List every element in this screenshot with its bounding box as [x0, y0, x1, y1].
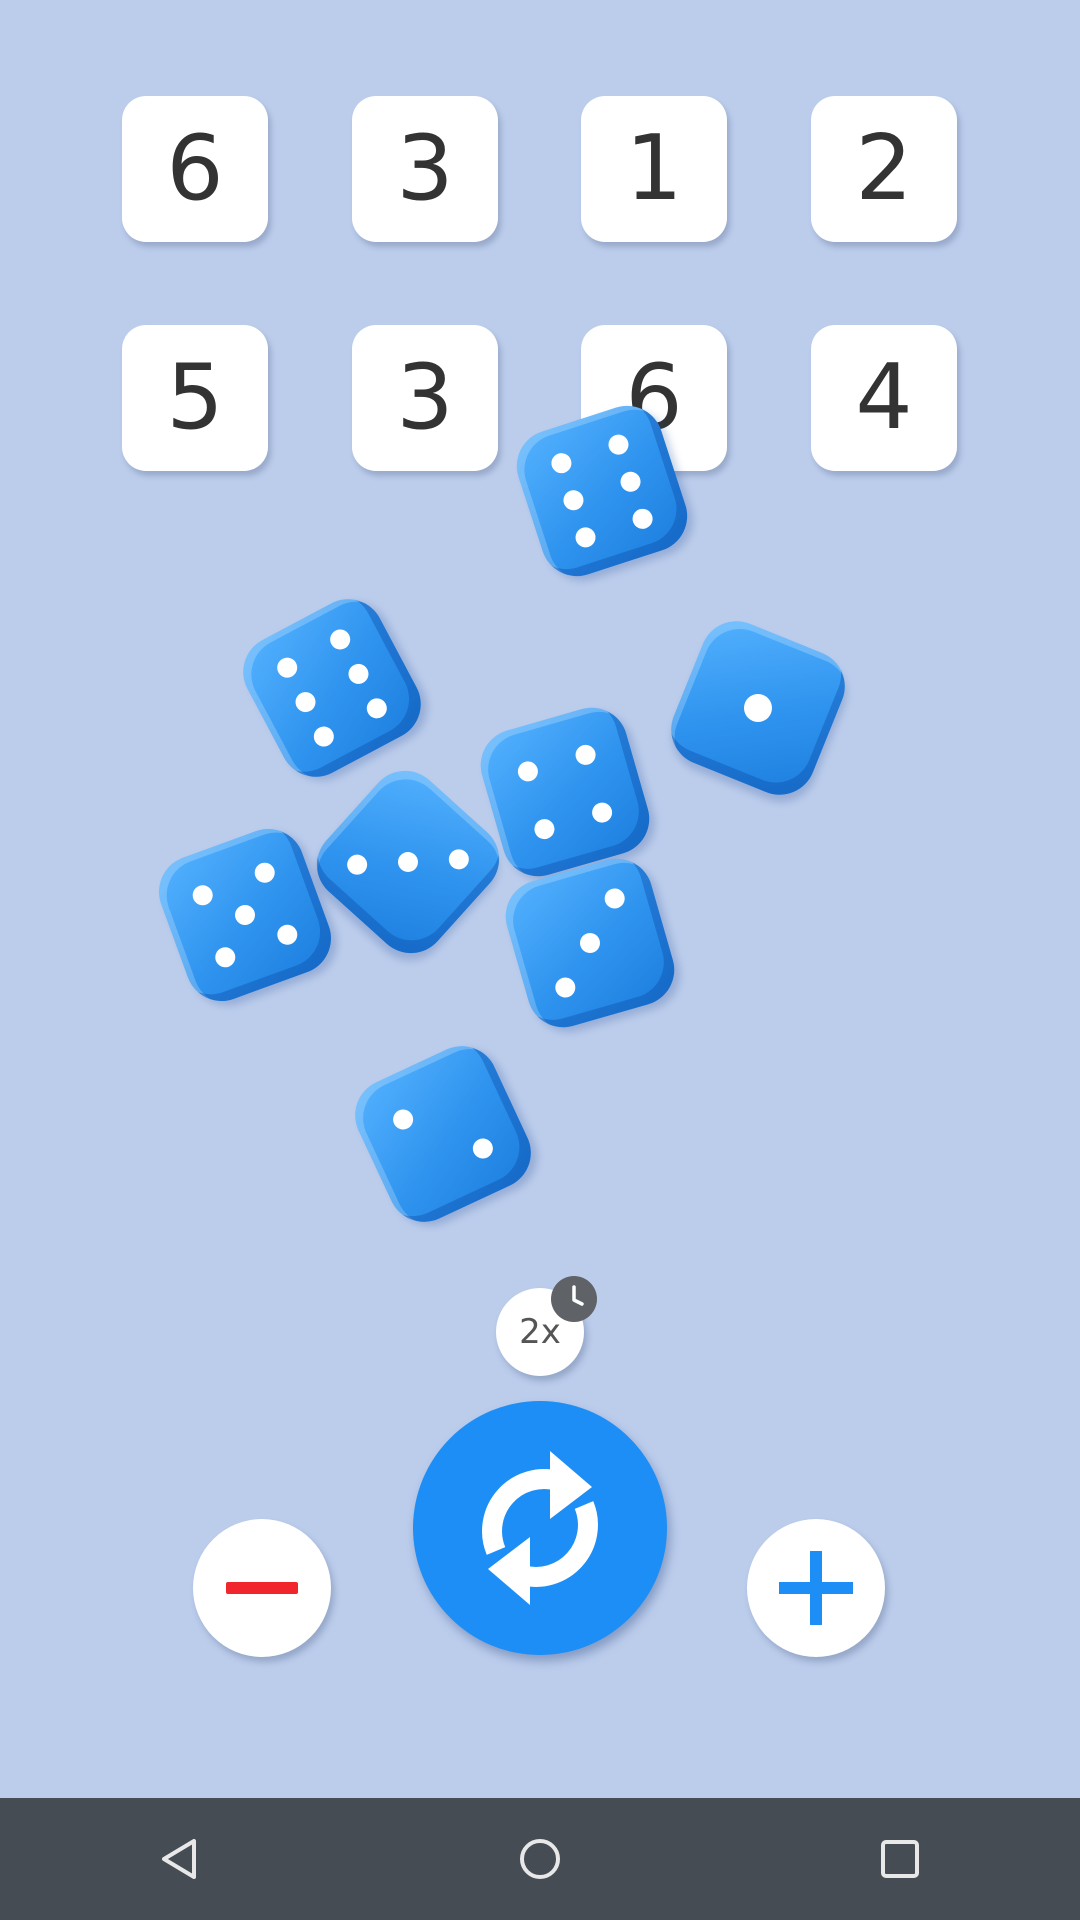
- die-pip: [577, 930, 603, 956]
- die-face: [507, 396, 697, 586]
- minus-icon: [226, 1582, 298, 1594]
- roll-button[interactable]: [413, 1401, 667, 1655]
- die-pip: [444, 845, 473, 874]
- navigation-bar: [0, 1798, 1080, 1920]
- die-pip: [572, 524, 599, 550]
- die-pip: [310, 722, 338, 751]
- die-face: [302, 756, 514, 968]
- die-pip: [602, 886, 628, 911]
- die-pip: [552, 975, 578, 1000]
- die-pip: [560, 487, 587, 513]
- die[interactable]: [343, 1034, 543, 1234]
- die-pip: [629, 506, 656, 532]
- die-pip: [617, 469, 644, 495]
- die-pip: [469, 1135, 497, 1162]
- die[interactable]: [148, 818, 342, 1012]
- die-pip: [189, 882, 216, 909]
- die-pip: [232, 902, 258, 928]
- die-pip: [389, 1106, 417, 1133]
- clock-icon: [551, 1276, 597, 1322]
- die-pip: [605, 432, 632, 458]
- die[interactable]: [507, 396, 697, 586]
- die-pip: [573, 742, 598, 768]
- refresh-icon: [482, 1451, 598, 1605]
- back-button[interactable]: [120, 1799, 240, 1919]
- dice-tray[interactable]: [0, 0, 1080, 1330]
- add-die-button[interactable]: [747, 1519, 885, 1657]
- recents-button[interactable]: [840, 1799, 960, 1919]
- die-face: [343, 1034, 543, 1234]
- die-pip: [515, 759, 541, 784]
- die[interactable]: [302, 756, 514, 968]
- die-pip: [739, 689, 777, 727]
- die-pip: [326, 625, 354, 654]
- die-face: [148, 818, 342, 1012]
- die-pip: [212, 944, 239, 971]
- plus-icon: [779, 1551, 853, 1625]
- die-pip: [393, 847, 423, 877]
- die-pip: [273, 654, 301, 682]
- die-pip: [291, 688, 320, 716]
- home-button[interactable]: [480, 1799, 600, 1919]
- die-pip: [363, 694, 391, 722]
- die-pip: [548, 450, 575, 476]
- recents-square-icon: [881, 1840, 919, 1878]
- die-face: [660, 610, 856, 806]
- die-pip: [343, 850, 372, 879]
- die-pip: [532, 816, 557, 842]
- die-pip: [589, 800, 615, 825]
- home-circle-icon: [520, 1839, 560, 1879]
- die-pip: [274, 921, 301, 948]
- die-pip: [251, 859, 278, 886]
- die[interactable]: [660, 610, 856, 806]
- remove-die-button[interactable]: [193, 1519, 331, 1657]
- die-pip: [344, 660, 373, 688]
- back-triangle-icon: [162, 1839, 196, 1879]
